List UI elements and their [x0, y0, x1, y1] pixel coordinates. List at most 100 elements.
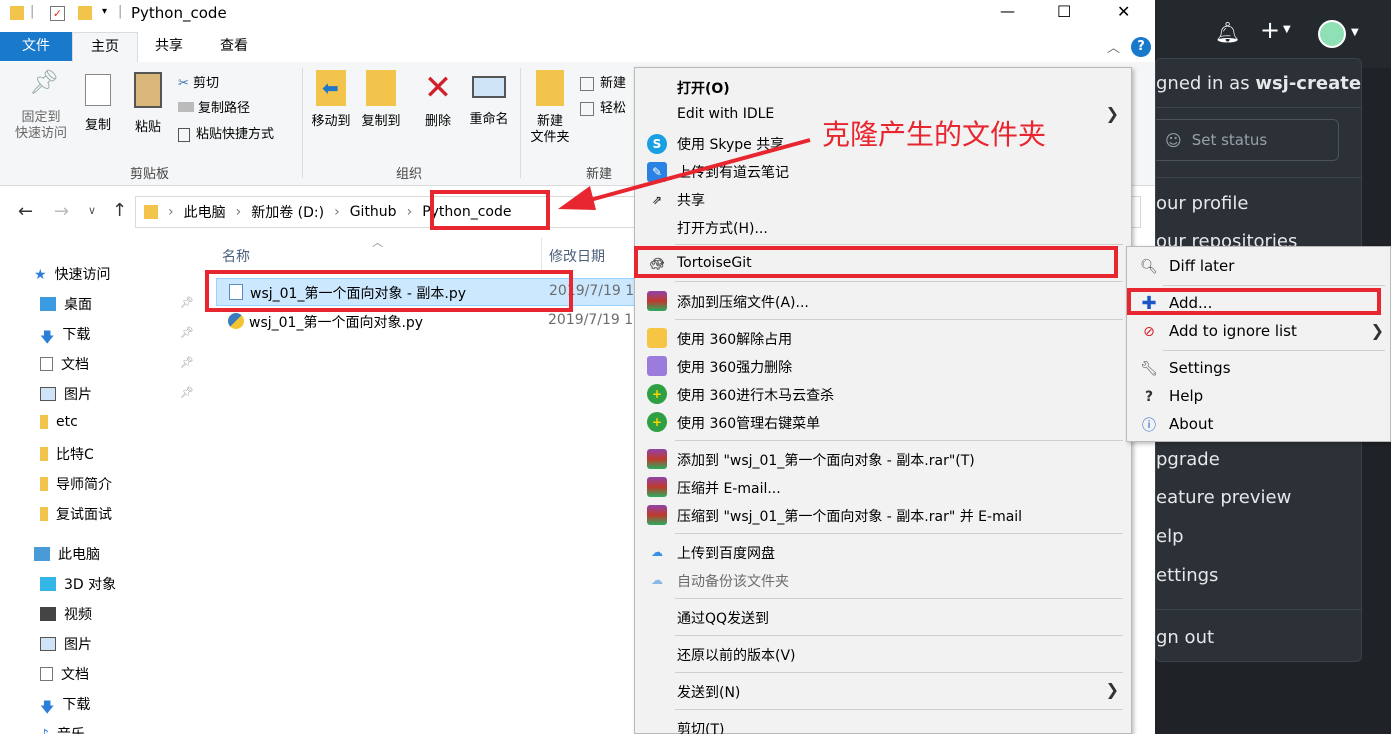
copy-path-button[interactable]: 复制路径 — [178, 97, 250, 116]
menu-item-compress-rar-email[interactable]: 压缩到 "wsj_01_第一个面向对象 - 副本.rar" 并 E-mail — [677, 506, 1022, 526]
menu-item-sign-out[interactable]: gn out — [1156, 627, 1214, 648]
cube-icon — [40, 577, 56, 591]
menu-item-360-manage[interactable]: 使用 360管理右键菜单 — [677, 413, 820, 433]
nav-item-bitc[interactable]: 比特C — [40, 444, 94, 464]
plus-icon[interactable]: + — [1260, 16, 1280, 44]
bell-icon[interactable]: 🔔︎ — [1215, 20, 1240, 44]
easy-access-button[interactable]: 轻松 — [580, 97, 626, 116]
tab-share[interactable]: 共享 — [138, 32, 200, 60]
table-row[interactable]: wsj_01_第一个面向对象.py 2019/7/19 1 — [216, 308, 636, 336]
menu-item-feature-preview[interactable]: eature preview — [1156, 487, 1291, 508]
forward-arrow-icon[interactable]: → — [54, 201, 69, 222]
new-item-button[interactable]: 新建 — [580, 72, 626, 91]
menu-item-help[interactable]: elp — [1156, 526, 1184, 547]
nav-item-pc-downloads[interactable]: 🡇 下载 — [40, 694, 90, 716]
nav-item-documents[interactable]: 文档 — [40, 354, 89, 374]
menu-item-settings[interactable]: Settings — [1169, 359, 1231, 377]
menu-item-send-to[interactable]: 发送到(N) — [677, 682, 740, 702]
music-icon: ♪ — [40, 727, 49, 734]
menu-item-baidu-upload[interactable]: 上传到百度网盘 — [677, 543, 775, 563]
menu-item-send-via-qq[interactable]: 通过QQ发送到 — [677, 608, 769, 628]
paste-shortcut-button[interactable]: 粘贴快捷方式 — [178, 123, 274, 142]
menu-item-help[interactable]: Help — [1169, 387, 1203, 405]
menu-item-360-shred[interactable]: 使用 360强力删除 — [677, 357, 792, 377]
quick-access-dropdown-icon[interactable]: ▾ — [102, 6, 107, 17]
tortoisegit-submenu: 🔍︎ Diff later ✚ Add... ⊘ Add to ignore l… — [1126, 246, 1391, 442]
nav-item-3d-objects[interactable]: 3D 对象 — [40, 574, 116, 594]
nav-item-advisor-intro[interactable]: 导师简介 — [40, 474, 112, 494]
magnifier-icon: 🔍︎ — [1140, 259, 1158, 275]
menu-item-cut[interactable]: 剪切(T) — [677, 719, 724, 734]
nav-quick-access[interactable]: ★ 快速访问 — [34, 264, 111, 284]
new-folder-icon[interactable] — [78, 6, 92, 20]
avatar[interactable] — [1318, 20, 1346, 48]
minimize-button[interactable]: — — [1000, 2, 1015, 20]
menu-item-settings[interactable]: ettings — [1156, 565, 1218, 586]
copy-button[interactable]: 复制 — [76, 74, 120, 134]
nav-item-pc-documents[interactable]: 文档 — [40, 664, 89, 684]
chevron-down-icon[interactable]: ▼ — [1283, 24, 1291, 35]
nav-item-videos[interactable]: 视频 — [40, 604, 92, 624]
nav-item-desktop[interactable]: 桌面 — [40, 294, 92, 314]
menu-item-compress-email[interactable]: 压缩并 E-mail... — [677, 478, 781, 498]
new-item-icon — [580, 76, 594, 91]
copy-to-icon — [366, 70, 396, 106]
menu-item-diff-later[interactable]: Diff later — [1169, 257, 1234, 275]
menu-item-add-to-rar[interactable]: 添加到 "wsj_01_第一个面向对象 - 副本.rar"(T) — [677, 450, 975, 470]
menu-item-auto-backup[interactable]: 自动备份该文件夹 — [677, 571, 789, 591]
title-bar: | ✓ ▾ | Python_code — ☐ ✕ — [0, 0, 1155, 30]
recent-locations-icon[interactable]: ∨ — [88, 204, 96, 217]
maximize-button[interactable]: ☐ — [1057, 2, 1071, 21]
menu-item-open-with[interactable]: 打开方式(H)... — [677, 218, 768, 238]
menu-item-360-scan[interactable]: 使用 360进行木马云查杀 — [677, 385, 834, 405]
nav-item-interview[interactable]: 复试面试 — [40, 504, 112, 524]
tab-home[interactable]: 主页 — [72, 32, 138, 63]
help-icon[interactable]: ? — [1131, 37, 1151, 57]
nav-item-pc-pictures[interactable]: 图片 — [40, 634, 92, 654]
pin-to-quick-access-button[interactable]: 📌︎ 固定到 快速访问 — [6, 70, 76, 142]
nav-item-pictures[interactable]: 图片 — [40, 384, 92, 404]
move-to-button[interactable]: ⬅ 移动到 — [306, 70, 356, 130]
tab-file[interactable]: 文件 — [0, 32, 72, 61]
breadcrumb-github[interactable]: Github — [350, 204, 397, 220]
ribbon-tabs: 文件 主页 共享 查看 ︿ ? — [0, 32, 1155, 63]
set-status-button[interactable]: ☺ Set status — [1156, 119, 1339, 161]
folder-icon — [40, 447, 48, 461]
delete-button[interactable]: ✕ 删除 — [418, 70, 458, 130]
paste-button[interactable]: 粘贴 — [126, 72, 170, 136]
back-arrow-icon[interactable]: ← — [18, 201, 33, 222]
rename-button[interactable]: 重命名 — [464, 70, 514, 128]
annotation-text: 克隆产生的文件夹 — [822, 118, 1047, 151]
menu-item-add-to-archive[interactable]: 添加到压缩文件(A)... — [677, 292, 809, 312]
properties-icon[interactable]: ✓ — [50, 6, 65, 21]
breadcrumb-drive-d[interactable]: 新加卷 (D:) — [251, 202, 324, 222]
cut-button[interactable]: ✂ 剪切 — [178, 72, 219, 91]
menu-item-profile[interactable]: our profile — [1156, 193, 1248, 214]
menu-item-about[interactable]: About — [1169, 415, 1213, 433]
nav-this-pc[interactable]: 此电脑 — [34, 544, 100, 564]
menu-item-restore-versions[interactable]: 还原以前的版本(V) — [677, 645, 796, 665]
annotation-arrow — [558, 138, 811, 210]
breadcrumb-this-pc[interactable]: 此电脑 — [184, 202, 226, 222]
column-header-name[interactable]: 名称 — [222, 246, 250, 266]
paste-shortcut-icon — [178, 127, 190, 142]
nav-item-downloads[interactable]: 🡇 下载 — [40, 324, 90, 346]
collapse-ribbon-icon[interactable]: ︿ — [1107, 37, 1120, 56]
up-arrow-icon[interactable]: ↑ — [112, 200, 127, 221]
column-header-date[interactable]: 修改日期 — [549, 246, 605, 266]
close-button[interactable]: ✕ — [1117, 2, 1130, 21]
copy-to-button[interactable]: 复制到 — [356, 70, 406, 130]
signed-in-label: gned in as wsj-create — [1156, 73, 1362, 94]
nav-item-music[interactable]: ♪音乐 — [40, 724, 85, 734]
menu-item-open[interactable]: 打开(O) — [677, 78, 730, 98]
menu-item-add-to-ignore-list[interactable]: Add to ignore list — [1169, 322, 1297, 340]
chevron-down-icon[interactable]: ▼ — [1351, 27, 1359, 38]
annotation-box-address — [430, 190, 550, 230]
tab-view[interactable]: 查看 — [200, 32, 268, 60]
menu-item-360-unlock[interactable]: 使用 360解除占用 — [677, 329, 792, 349]
menu-item-edit-with-idle[interactable]: Edit with IDLE — [677, 106, 774, 122]
submenu-arrow-icon: ❯ — [1105, 680, 1119, 699]
annotation-box-add — [1127, 288, 1381, 315]
nav-item-etc[interactable]: etc — [40, 414, 78, 430]
menu-item-upgrade[interactable]: pgrade — [1156, 449, 1220, 470]
